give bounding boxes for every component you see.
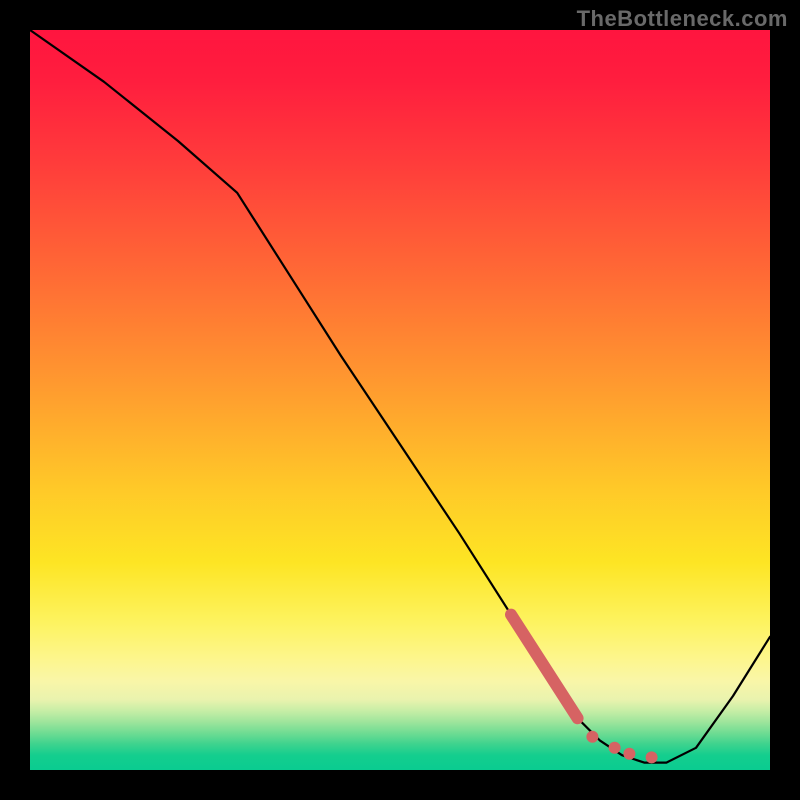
bottleneck-curve [30,30,770,763]
chart-container: TheBottleneck.com [0,0,800,800]
curve-svg [30,30,770,770]
highlight-dot [609,742,621,754]
plot-area [30,30,770,770]
highlight-dot [586,731,598,743]
highlight-dot [623,748,635,760]
highlight-dots [586,731,657,764]
highlight-dot [646,751,658,763]
highlight-segment [511,615,578,719]
watermark-text: TheBottleneck.com [577,6,788,32]
